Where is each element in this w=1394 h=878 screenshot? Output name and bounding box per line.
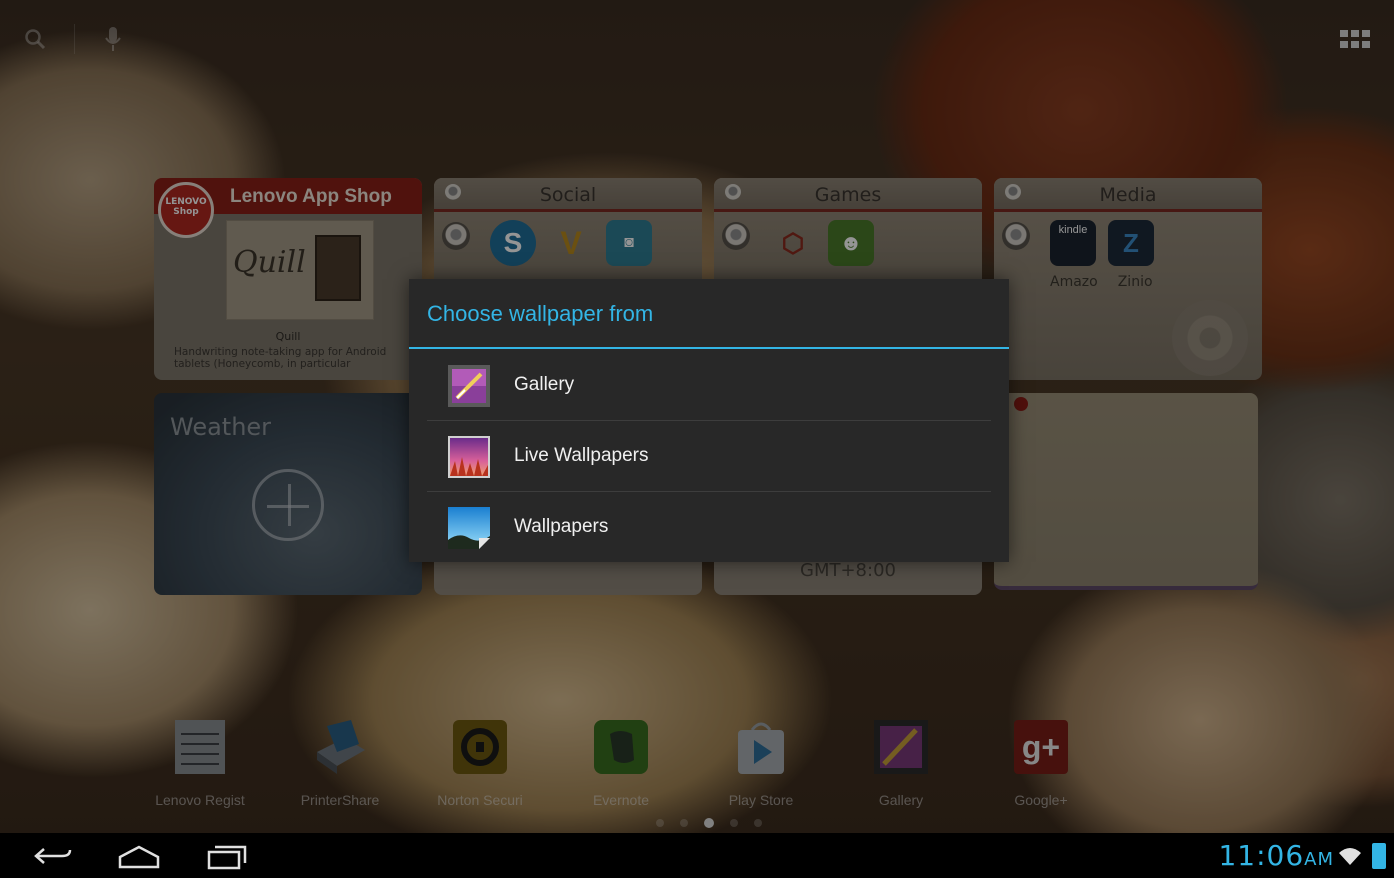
option-live-wallpapers[interactable]: Live Wallpapers <box>427 421 991 492</box>
option-gallery[interactable]: Gallery <box>427 350 991 421</box>
choose-wallpaper-dialog: Choose wallpaper from Gallery Live Wallp… <box>409 279 1009 562</box>
dialog-title: Choose wallpaper from <box>427 301 654 326</box>
option-label: Gallery <box>514 374 575 395</box>
option-label: Live Wallpapers <box>514 445 649 466</box>
wallpapers-icon <box>448 507 490 549</box>
option-label: Wallpapers <box>514 516 609 537</box>
battery-charging-icon <box>1372 843 1386 869</box>
wifi-icon <box>1339 848 1361 865</box>
home-screen: LENOVO Shop Lenovo App Shop Quill Quill … <box>0 0 1394 878</box>
status-clock-ampm: AM <box>1304 849 1334 870</box>
option-wallpapers[interactable]: Wallpapers <box>427 492 991 563</box>
back-icon[interactable] <box>30 841 74 871</box>
status-clock-time: 11:06 <box>1218 839 1305 872</box>
system-navigation-bar: 11:06AM <box>0 833 1394 878</box>
status-clock[interactable]: 11:06AM <box>1218 839 1334 872</box>
gallery-icon <box>448 365 490 407</box>
home-icon[interactable] <box>116 841 162 871</box>
dialog-title-divider <box>409 347 1009 349</box>
recent-apps-icon[interactable] <box>205 841 249 871</box>
live-wallpapers-icon <box>448 436 490 478</box>
